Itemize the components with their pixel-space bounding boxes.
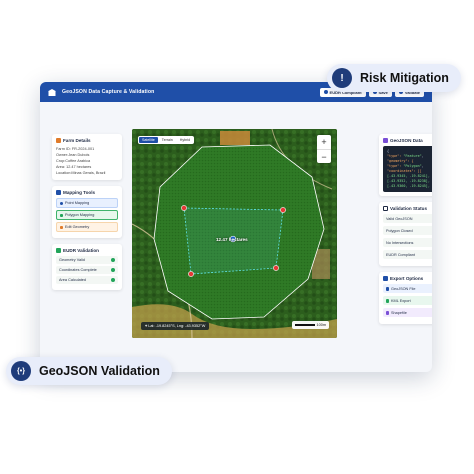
left-panel: Farm Details Farm ID: FR-2024-001 Owner:…	[52, 134, 122, 296]
export-icon	[383, 276, 388, 281]
satellite-map[interactable]: Satellite Terrain Hybrid + − 12.47 hecta…	[132, 129, 337, 338]
polygon-vertex[interactable]	[188, 271, 194, 277]
mapping-tools-card: Mapping Tools Point Mapping Polygon Mapp…	[52, 186, 122, 239]
point-mapping-tool[interactable]: Point Mapping	[56, 198, 118, 209]
tab-terrain[interactable]: Terrain	[159, 137, 176, 143]
code-icon	[383, 138, 388, 143]
pin-icon	[60, 201, 63, 205]
stage: GeoJSON Data Capture & Validation EUDR C…	[0, 0, 474, 474]
zoom-controls: + −	[317, 135, 331, 163]
map-type-tabs: Satellite Terrain Hybrid	[138, 136, 195, 144]
window-title: GeoJSON Data Capture & Validation	[62, 89, 155, 95]
map-icon	[56, 190, 61, 196]
tab-satellite[interactable]: Satellite	[139, 137, 158, 143]
polygon-mapping-tool[interactable]: Polygon Mapping	[56, 210, 118, 221]
check-coordinates-complete: Coordinates Complete	[56, 266, 118, 275]
export-geojson-button[interactable]: GeoJSON File⤓	[383, 284, 432, 293]
status-polygon-closed: Polygon Closed✓	[383, 226, 432, 235]
check-circle-icon	[111, 258, 115, 263]
farm-location: Location:Minas Gerais, Brazil	[56, 171, 106, 176]
checkbox-icon	[383, 206, 388, 211]
status-valid-geojson: Valid GeoJSON✓	[383, 214, 432, 223]
scale-line	[294, 324, 315, 326]
geojson-code: { "type": "Feature", "geometry": { "type…	[383, 146, 432, 192]
map-canvas	[132, 129, 337, 338]
tab-hybrid[interactable]: Hybrid	[177, 137, 193, 143]
validation-status-card: Validation Status Valid GeoJSON✓ Polygon…	[379, 202, 432, 266]
alert-icon: !	[332, 68, 352, 88]
geojson-data-title: GeoJSON Data	[390, 138, 423, 143]
check-area-calculated: Area Calculated	[56, 276, 118, 285]
zoom-out-button[interactable]: −	[317, 149, 331, 163]
app-window: GeoJSON Data Capture & Validation EUDR C…	[40, 82, 432, 372]
check-circle-icon	[111, 278, 115, 283]
code-braces-icon: {•}	[11, 361, 31, 381]
mapping-tools-title: Mapping Tools	[63, 190, 96, 196]
eudr-validation-card: EUDR Validation Geometry Valid Coordinat…	[52, 244, 122, 291]
export-options-card: Export Options GeoJSON File⤓ KML Export⤓…	[379, 272, 432, 324]
building-icon	[48, 88, 56, 96]
edit-geometry-tool[interactable]: Edit Geometry	[56, 222, 118, 233]
validation-status-title: Validation Status	[390, 206, 428, 211]
layers-icon	[386, 310, 389, 315]
status-eudr-compliant: EUDR Compliant✓	[383, 250, 432, 259]
globe-icon	[386, 298, 389, 303]
geojson-data-card: GeoJSON Data { "type": "Feature", "geome…	[379, 134, 432, 196]
polygon-vertex[interactable]	[181, 205, 187, 211]
farm-icon	[56, 138, 61, 143]
area-label: 12.47 hectares	[216, 237, 248, 242]
polygon-vertex[interactable]	[273, 265, 279, 271]
farm-details-card: Farm Details Farm ID: FR-2024-001 Owner:…	[52, 134, 122, 181]
export-shapefile-button[interactable]: Shapefile⤓	[383, 308, 432, 317]
export-kml-button[interactable]: KML Export⤓	[383, 296, 432, 305]
farm-details-title: Farm Details	[63, 138, 91, 143]
check-geometry-valid: Geometry Valid	[56, 256, 118, 265]
polygon-icon	[60, 213, 63, 217]
zoom-in-button[interactable]: +	[317, 135, 331, 149]
risk-mitigation-badge: ! Risk Mitigation	[327, 64, 461, 92]
file-icon	[386, 286, 389, 291]
shield-check-icon	[56, 248, 61, 254]
coordinates-readout: ⌖ Lat: -19.8245°S, Lng: -43.9352°W	[141, 322, 210, 330]
status-no-intersections: No Intersections✓	[383, 238, 432, 247]
check-circle-icon	[111, 268, 115, 273]
scale-bar: 100m	[291, 321, 329, 329]
export-options-title: Export Options	[390, 276, 424, 281]
right-panel: GeoJSON Data { "type": "Feature", "geome…	[379, 134, 432, 330]
geojson-validation-badge: {•} GeoJSON Validation	[6, 357, 172, 385]
shield-icon	[323, 90, 328, 94]
edit-icon	[60, 225, 63, 229]
eudr-validation-title: EUDR Validation	[63, 248, 99, 254]
polygon-vertex[interactable]	[280, 207, 286, 213]
